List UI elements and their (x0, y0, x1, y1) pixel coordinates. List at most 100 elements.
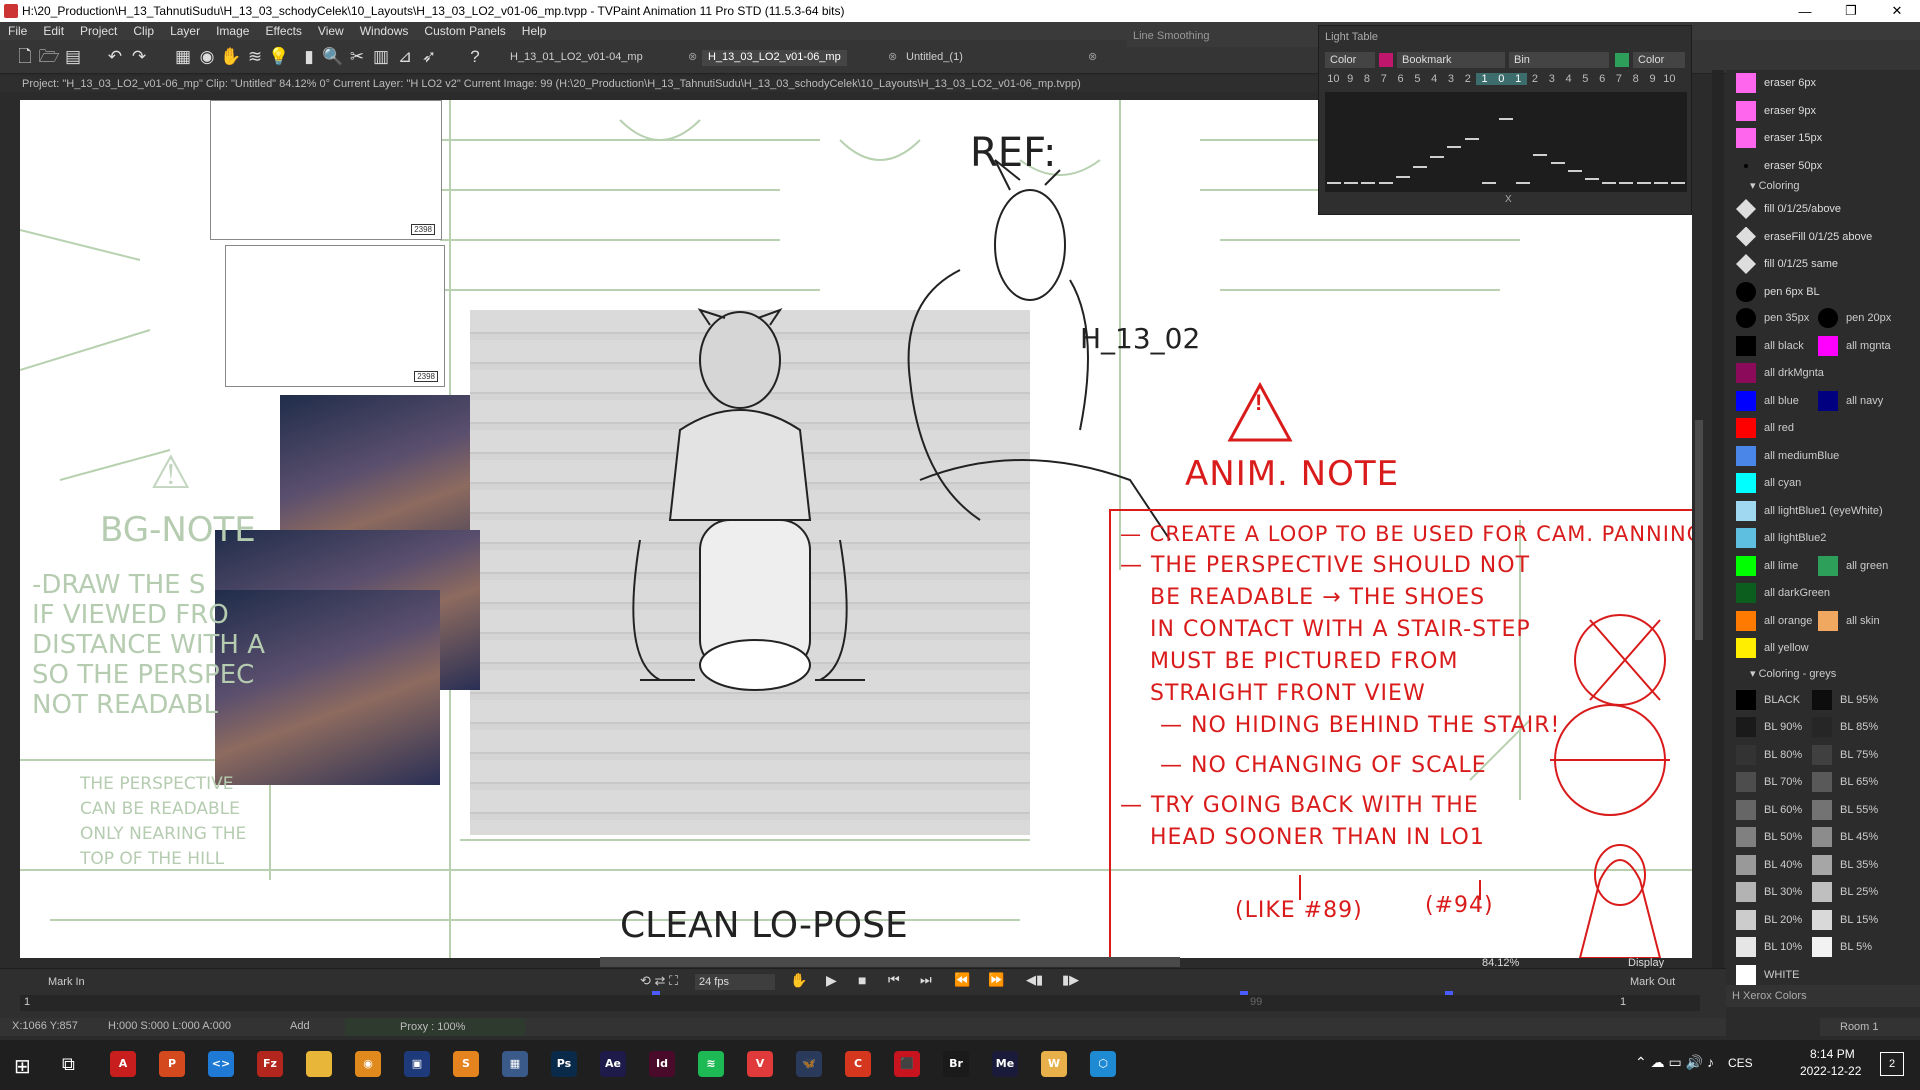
color-preset[interactable]: all lightBlue1 (eyeWhite) (1726, 499, 1883, 523)
pdf-app-icon[interactable]: ⬛ (894, 1051, 920, 1077)
tab-doc-2[interactable]: H_13_03_LO2_v01-06_mp (702, 50, 847, 66)
notification-icon[interactable]: 2 (1880, 1052, 1904, 1076)
grey-preset[interactable]: BL 95% (1802, 688, 1878, 712)
close-button[interactable]: ✕ (1874, 0, 1920, 22)
grey-preset[interactable]: BL 70% (1726, 770, 1802, 794)
color-preset[interactable]: all blue (1726, 389, 1799, 413)
last-frame-icon[interactable]: ⏭ (920, 972, 932, 988)
light-table-level-bar[interactable] (1361, 182, 1376, 184)
light-table-number[interactable]: 3 (1543, 73, 1560, 85)
menu-project[interactable]: Project (72, 24, 125, 38)
grey-preset[interactable]: BL 45% (1802, 825, 1878, 849)
light-table-number[interactable]: 2 (1459, 73, 1476, 85)
light-table-level-bar[interactable] (1378, 182, 1393, 184)
grey-preset[interactable]: BL 85% (1802, 715, 1878, 739)
coloring-section-header[interactable]: ▾ Coloring (1726, 176, 1920, 196)
light-table-number[interactable]: 5 (1409, 73, 1426, 85)
xerox-colors-panel[interactable]: H Xerox Colors (1726, 985, 1920, 1007)
first-frame-icon[interactable]: ⏮ (888, 972, 900, 988)
grey-preset[interactable]: BL 5% (1802, 935, 1872, 959)
color-preset[interactable]: all lime (1726, 554, 1798, 578)
light-table-color-select-2[interactable]: Color (1633, 52, 1685, 68)
light-table-number[interactable]: 4 (1560, 73, 1577, 85)
coloring-preset[interactable]: fill 0/1/25/above (1726, 196, 1920, 222)
brush-panel-icon[interactable]: ✋ (220, 46, 242, 68)
color-preset[interactable]: all yellow (1726, 636, 1809, 660)
photoshop-app-icon[interactable]: Ps (551, 1051, 577, 1077)
acrobat-app-icon[interactable]: A (110, 1051, 136, 1077)
light-table-level-bar[interactable] (1619, 182, 1634, 184)
play-icon[interactable]: ▶ (826, 972, 837, 989)
light-table-level-bar[interactable] (1636, 182, 1651, 184)
light-table-level-bar[interactable] (1516, 182, 1531, 184)
redo-icon[interactable]: ↷ (128, 46, 150, 68)
next-frame-icon[interactable]: ⏩ (988, 972, 1004, 988)
step-forward-icon[interactable]: ▮▶ (1062, 972, 1079, 988)
light-table-opacity-bars[interactable] (1325, 92, 1687, 192)
menu-help[interactable]: Help (514, 24, 555, 38)
wacom-app-icon[interactable]: W (1041, 1051, 1067, 1077)
grey-preset[interactable]: BL 25% (1802, 880, 1878, 904)
close-tab-icon[interactable]: ⊗ (888, 50, 897, 63)
color-preset[interactable]: all green (1808, 554, 1888, 578)
light-table-level-bar[interactable] (1395, 175, 1410, 178)
vertical-scrollbar[interactable] (1695, 420, 1703, 640)
light-table-level-bar[interactable] (1533, 154, 1548, 156)
brush-preset[interactable]: eraser 15px (1726, 125, 1920, 151)
tab-doc-1[interactable]: H_13_01_LO2_v01-04_mp (504, 50, 649, 66)
creative-cloud-app-icon[interactable]: C (845, 1051, 871, 1077)
color-wheel-icon[interactable]: ◉ (196, 46, 218, 68)
light-table-level-bar[interactable] (1413, 166, 1427, 168)
bin-color-swatch[interactable] (1615, 53, 1629, 67)
coloring-preset[interactable]: eraseFill 0/1/25 above (1726, 224, 1920, 250)
light-table-level-bar[interactable] (1430, 156, 1445, 159)
help-icon[interactable]: ? (464, 46, 486, 68)
brush-preset[interactable]: eraser 6px (1726, 70, 1920, 96)
calculator-app-icon[interactable]: ▦ (502, 1051, 528, 1077)
menu-clip[interactable]: Clip (125, 24, 162, 38)
wand-icon[interactable]: ➶ (418, 46, 440, 68)
draw-mode[interactable]: Add (290, 1020, 310, 1032)
timeline-track[interactable] (20, 995, 1700, 1011)
keyframe-marker[interactable] (1445, 991, 1453, 995)
clock-time[interactable]: 8:14 PM (1810, 1047, 1855, 1061)
grey-preset[interactable]: BL 10% (1726, 935, 1802, 959)
sublime-app-icon[interactable]: S (453, 1051, 479, 1077)
paint-app-icon[interactable]: P (159, 1051, 185, 1077)
light-table-level-bar[interactable] (1447, 146, 1462, 148)
color-preset[interactable]: all skin (1808, 609, 1880, 633)
light-table-number[interactable]: 9 (1342, 73, 1359, 85)
menu-image[interactable]: Image (208, 24, 257, 38)
grey-preset[interactable]: BL 60% (1726, 798, 1802, 822)
drawing-canvas[interactable]: 2398 2398 BG-NOTE -DRAW THE S IF VIEWED … (20, 100, 1692, 958)
new-document-icon[interactable]: 🗋 (14, 46, 36, 68)
magnifier-icon[interactable]: 🔍 (322, 46, 344, 68)
greys-section-header[interactable]: ▾ Coloring - greys (1726, 664, 1920, 684)
menu-view[interactable]: View (310, 24, 352, 38)
color-preset[interactable]: all navy (1808, 389, 1883, 413)
indesign-app-icon[interactable]: Id (649, 1051, 675, 1077)
light-table-level-bar[interactable] (1499, 118, 1513, 120)
menu-layer[interactable]: Layer (162, 24, 208, 38)
clock-date[interactable]: 2022-12-22 (1800, 1064, 1861, 1078)
close-tab-icon[interactable]: ⊗ (1088, 50, 1097, 63)
windows-start-icon[interactable]: ⊞ (14, 1054, 31, 1079)
mark-out-label[interactable]: Mark Out (1630, 976, 1675, 988)
panel-divider[interactable] (1712, 70, 1724, 970)
light-table-number[interactable]: 9 (1644, 73, 1661, 85)
open-folder-icon[interactable]: 🗁 (38, 46, 60, 68)
grey-preset[interactable]: BL 90% (1726, 715, 1802, 739)
toolbox-icon[interactable]: ▦ (172, 46, 194, 68)
color-preset[interactable]: pen 35px (1726, 306, 1809, 330)
tab-doc-3[interactable]: Untitled_(1) (900, 50, 969, 66)
butterfly-app-icon[interactable]: 🦋 (796, 1051, 822, 1077)
light-table-number[interactable]: 1 (1476, 73, 1493, 85)
eye-app-icon[interactable]: ◉ (355, 1051, 381, 1077)
tools-icon[interactable]: ✂ (346, 46, 368, 68)
coloring-preset[interactable]: fill 0/1/25 same (1726, 251, 1920, 277)
menu-edit[interactable]: Edit (35, 24, 72, 38)
light-table-number[interactable]: 1 (1509, 73, 1527, 85)
grey-preset[interactable]: BL 50% (1726, 825, 1802, 849)
grey-preset[interactable]: BL 75% (1802, 743, 1878, 767)
light-table-level-bar[interactable] (1464, 138, 1479, 140)
